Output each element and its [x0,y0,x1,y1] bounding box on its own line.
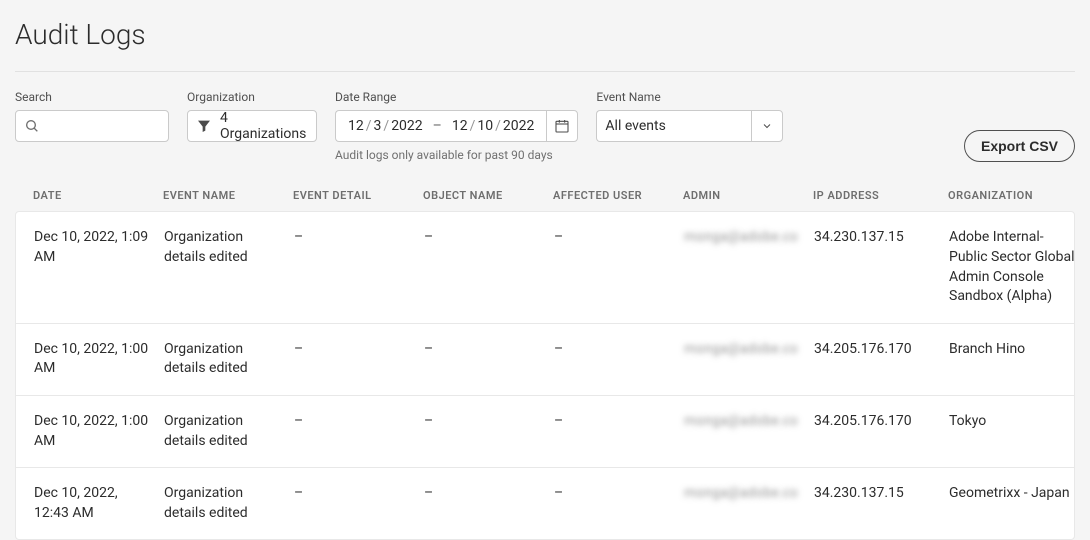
table-body: Dec 10, 2022, 1:09 AM Organization detai… [15,211,1075,540]
date-from-yyyy: 2022 [391,118,422,134]
cell-event-name: Organization details edited [164,228,294,267]
cell-organization: Branch Hino [949,340,1089,360]
organization-filter: Organization 4 Organizations [187,90,317,142]
cell-event-name: Organization details edited [164,340,294,379]
table-row: Dec 10, 2022, 1:09 AM Organization detai… [16,212,1074,323]
date-to-dd: 10 [477,118,493,134]
page-title: Audit Logs [15,18,1075,72]
cell-admin: monga@adobe.co [684,228,814,248]
date-slash: / [468,118,478,134]
date-range-helper: Audit logs only available for past 90 da… [335,148,578,162]
date-slash: / [493,118,503,134]
date-range-dash: – [423,118,452,134]
date-to-yyyy: 2022 [503,118,534,134]
date-to-mm: 12 [452,118,468,134]
table-header: DATE EVENT NAME EVENT DETAIL OBJECT NAME… [15,180,1075,211]
cell-date: Dec 10, 2022, 1:09 AM [34,228,164,267]
search-icon [24,118,40,134]
organization-select[interactable]: 4 Organizations [187,110,317,142]
table-row: Dec 10, 2022, 12:43 AM Organization deta… [16,468,1074,539]
cell-event-name: Organization details edited [164,412,294,451]
cell-event-name: Organization details edited [164,484,294,523]
event-name-wrap: All events [596,110,783,142]
organization-value: 4 Organizations [220,110,308,142]
col-admin: ADMIN [683,188,813,203]
cell-event-detail: – [294,228,424,248]
date-range-label: Date Range [335,90,578,104]
funnel-icon [196,118,212,134]
cell-affected-user: – [554,228,684,248]
event-name-filter: Event Name All events [596,90,783,142]
search-label: Search [15,90,169,104]
date-range-wrap: 12 / 3 / 2022 – 12 / 10 / 2022 [335,110,578,142]
organization-label: Organization [187,90,317,104]
cell-organization: Adobe Internal-Public Sector Global Admi… [949,228,1089,306]
calendar-icon [554,118,570,134]
search-filter: Search [15,90,169,142]
cell-admin: monga@adobe.co [684,484,814,504]
date-slash: / [381,118,391,134]
cell-ip-address: 34.205.176.170 [814,340,949,360]
date-range-input[interactable]: 12 / 3 / 2022 – 12 / 10 / 2022 [335,110,546,142]
col-event-detail: EVENT DETAIL [293,188,423,203]
cell-admin: monga@adobe.co [684,412,814,432]
audit-table: DATE EVENT NAME EVENT DETAIL OBJECT NAME… [15,180,1075,540]
date-range-filter: Date Range 12 / 3 / 2022 – 12 / 10 / 202… [335,90,578,162]
event-name-caret-button[interactable] [751,110,783,142]
filters-row: Search Organization 4 Organizations Date… [15,90,1075,162]
col-organization: ORGANIZATION [948,188,1088,203]
col-object-name: OBJECT NAME [423,188,553,203]
table-row: Dec 10, 2022, 1:00 AM Organization detai… [16,324,1074,396]
col-affected-user: AFFECTED USER [553,188,683,203]
cell-event-detail: – [294,412,424,432]
search-input[interactable] [40,118,160,134]
cell-object-name: – [424,340,554,360]
cell-ip-address: 34.230.137.15 [814,484,949,504]
cell-affected-user: – [554,340,684,360]
date-from-dd: 3 [374,118,382,134]
cell-date: Dec 10, 2022, 12:43 AM [34,484,164,523]
date-from-mm: 12 [348,118,364,134]
calendar-button[interactable] [546,110,578,142]
cell-affected-user: – [554,484,684,504]
chevron-down-icon [761,120,773,132]
col-date: DATE [33,188,163,203]
cell-organization: Geometrixx - Japan [949,484,1089,504]
cell-admin: monga@adobe.co [684,340,814,360]
table-row: Dec 10, 2022, 1:00 AM Organization detai… [16,396,1074,468]
search-control[interactable] [15,110,169,142]
event-name-label: Event Name [596,90,783,104]
cell-date: Dec 10, 2022, 1:00 AM [34,412,164,451]
event-name-value: All events [605,118,665,134]
cell-ip-address: 34.230.137.15 [814,228,949,248]
export-csv-button[interactable]: Export CSV [964,130,1075,162]
cell-ip-address: 34.205.176.170 [814,412,949,432]
cell-object-name: – [424,228,554,248]
cell-event-detail: – [294,484,424,504]
date-slash: / [364,118,374,134]
cell-date: Dec 10, 2022, 1:00 AM [34,340,164,379]
event-name-select[interactable]: All events [596,110,751,142]
cell-organization: Tokyo [949,412,1089,432]
cell-affected-user: – [554,412,684,432]
cell-object-name: – [424,484,554,504]
col-ip-address: IP ADDRESS [813,188,948,203]
col-event-name: EVENT NAME [163,188,293,203]
cell-event-detail: – [294,340,424,360]
cell-object-name: – [424,412,554,432]
